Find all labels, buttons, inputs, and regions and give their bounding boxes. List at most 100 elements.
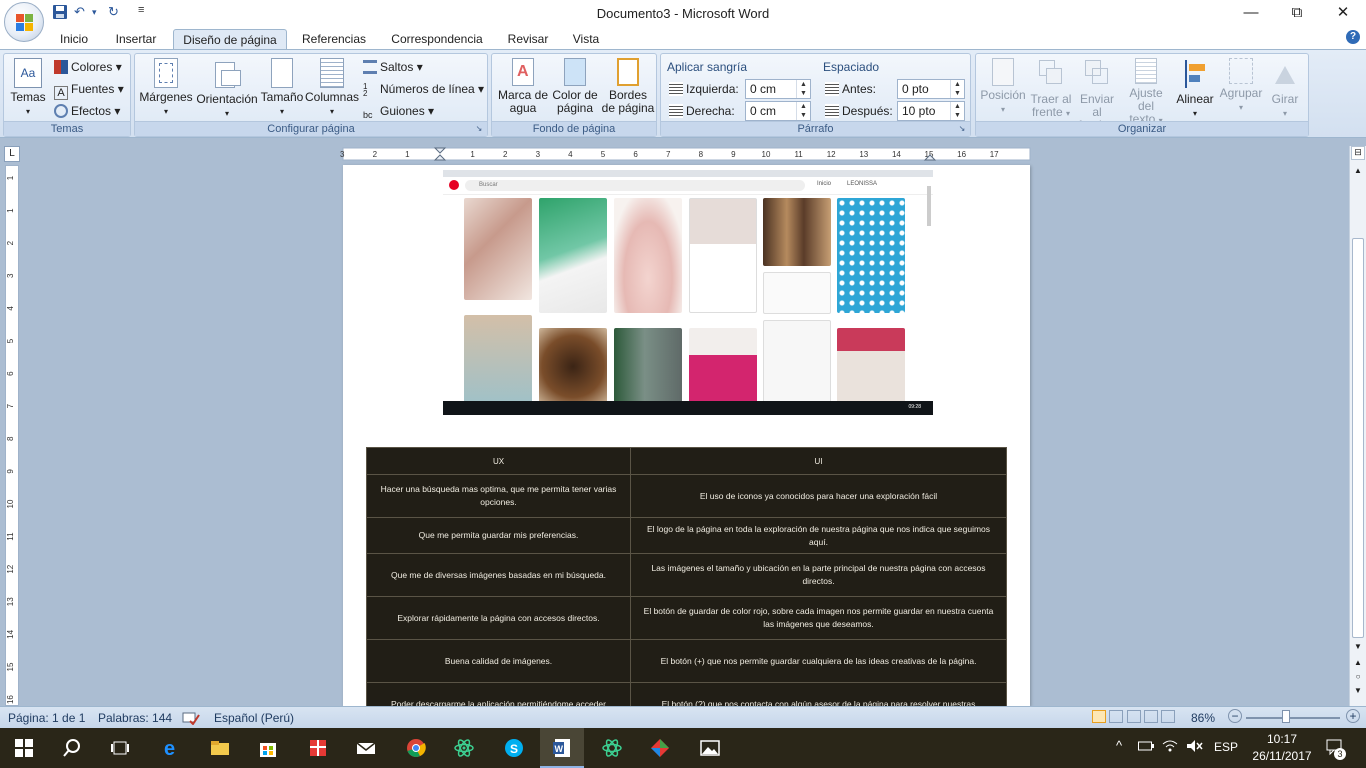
color-pagina-button[interactable]: Color de página <box>550 58 600 115</box>
start-button[interactable] <box>2 728 46 768</box>
customize-qat-icon[interactable]: ≡ <box>138 4 144 22</box>
mail-button[interactable] <box>344 728 388 768</box>
outline-icon[interactable] <box>1144 710 1159 723</box>
zoom-out-button[interactable]: − <box>1228 709 1242 723</box>
tab-inicio[interactable]: Inicio <box>52 29 96 50</box>
configurar-launcher-icon[interactable]: ↘ <box>474 124 484 134</box>
temas-button[interactable]: Aa Temas ▾ <box>8 58 48 118</box>
ux-cell[interactable]: Hacer una búsqueda mas optima, que me pe… <box>366 474 631 518</box>
search-button[interactable] <box>50 728 94 768</box>
ux-cell[interactable]: Buena calidad de imágenes. <box>366 639 631 683</box>
despues-input[interactable]: 10 pto ▲ ▼ <box>897 101 965 121</box>
tab-diseno-pagina[interactable]: Diseño de página <box>173 29 287 50</box>
ux-ui-table[interactable]: UX UI Hacer una búsqueda mas optima, que… <box>366 447 1007 706</box>
previous-page-icon[interactable]: ▲ <box>1351 658 1365 670</box>
tab-referencias[interactable]: Referencias <box>296 29 372 50</box>
skype-button[interactable]: S <box>492 728 536 768</box>
horizontal-ruler[interactable]: 3 2 1 1 2 3 4 5 6 7 8 9 10 11 12 13 14 15 16 17 <box>24 146 1342 162</box>
efectos-button[interactable]: Efectos ▾ <box>54 102 120 120</box>
store-button[interactable] <box>246 728 290 768</box>
language-label[interactable]: Español (Perú) <box>214 711 294 725</box>
battery-icon[interactable] <box>1138 740 1154 755</box>
ui-cell[interactable]: El botón (+) que nos permite guardar cua… <box>630 639 1007 683</box>
traer-frente-button[interactable]: Traer al frente ▾ <box>1028 58 1074 120</box>
gift-app-button[interactable] <box>296 728 340 768</box>
girar-button[interactable]: Girar ▾ <box>1264 58 1306 120</box>
tamano-button[interactable]: Tamaño ▾ <box>259 58 305 118</box>
columnas-button[interactable]: Columnas ▾ <box>305 58 359 118</box>
scroll-up-icon[interactable]: ▲ <box>1351 164 1365 178</box>
show-hidden-icons[interactable]: ^ <box>1116 738 1122 753</box>
web-layout-icon[interactable] <box>1126 710 1141 723</box>
ui-cell[interactable]: Las imágenes el tamaño y ubicación en la… <box>630 553 1007 597</box>
fuentes-button[interactable]: A Fuentes ▾ <box>54 80 124 100</box>
print-layout-icon[interactable] <box>1092 710 1106 723</box>
input-language[interactable]: ESP <box>1214 740 1238 754</box>
draft-icon[interactable] <box>1161 710 1176 723</box>
alinear-button[interactable]: Alinear ▾ <box>1172 58 1218 120</box>
zoom-in-button[interactable]: + <box>1346 709 1360 723</box>
vertical-scrollbar[interactable]: ⊟ ▲ ▼ ▲ ○ ▼ <box>1349 146 1366 706</box>
numeros-linea-button[interactable]: 1 2 Números de línea ▾ <box>363 80 484 98</box>
office-button[interactable] <box>4 2 44 42</box>
tab-revisar[interactable]: Revisar <box>502 29 554 50</box>
help-icon[interactable]: ? <box>1346 30 1360 44</box>
ux-cell[interactable]: Que me de diversas imágenes basadas en m… <box>366 553 631 597</box>
ux-cell[interactable]: Explorar rápidamente la página con acces… <box>366 596 631 640</box>
colores-button[interactable]: Colores ▾ <box>54 58 122 76</box>
save-icon[interactable] <box>52 4 68 22</box>
browse-object-icon[interactable]: ○ <box>1351 672 1365 684</box>
tab-insertar[interactable]: Insertar <box>108 29 164 50</box>
bordes-pagina-button[interactable]: Bordes de página <box>600 58 656 115</box>
ux-cell[interactable]: Que me permita guardar mis preferencias. <box>366 517 631 554</box>
atom-app-button[interactable] <box>442 728 486 768</box>
document-page[interactable]: Buscar Inicio LEONISSA 09:28 UX UI Hacer… <box>343 165 1030 706</box>
task-view-button[interactable] <box>98 728 142 768</box>
margenes-button[interactable]: Márgenes ▾ <box>139 58 193 118</box>
chrome-button[interactable] <box>394 728 438 768</box>
page-count[interactable]: Página: 1 de 1 <box>8 711 85 725</box>
parrafo-launcher-icon[interactable]: ↘ <box>957 124 967 134</box>
zoom-slider-thumb[interactable] <box>1282 710 1290 723</box>
ajuste-texto-button[interactable]: Ajuste deltexto ▾ <box>1120 58 1172 127</box>
scroll-down-icon[interactable]: ▼ <box>1351 640 1365 654</box>
proofing-icon[interactable] <box>182 711 200 728</box>
tab-correspondencia[interactable]: Correspondencia <box>384 29 490 50</box>
file-explorer-button[interactable] <box>198 728 242 768</box>
scroll-thumb[interactable] <box>1352 238 1364 638</box>
system-clock[interactable]: 10:17 26/11/2017 <box>1242 731 1322 765</box>
restore-button[interactable]: ⧉ <box>1274 0 1320 27</box>
agrupar-button[interactable]: Agrupar ▾ <box>1218 58 1264 114</box>
colorful-app-button[interactable] <box>638 728 682 768</box>
zoom-slider[interactable] <box>1246 717 1340 719</box>
tab-selector-button[interactable]: L <box>4 146 20 162</box>
word-taskbar-button[interactable]: W <box>540 728 584 768</box>
volume-muted-icon[interactable] <box>1186 739 1204 756</box>
ui-cell[interactable]: El uso de iconos ya conocidos para hacer… <box>630 474 1007 518</box>
close-button[interactable]: ✕ <box>1320 0 1366 27</box>
undo-dropdown-icon[interactable]: ▾ <box>92 7 97 25</box>
derecha-input[interactable]: 0 cm ▲ ▼ <box>745 101 811 121</box>
ui-cell[interactable]: El logo de la página en toda la explorac… <box>630 517 1007 554</box>
zoom-level[interactable]: 86% <box>1191 711 1215 725</box>
antes-input[interactable]: 0 pto ▲ ▼ <box>897 79 965 99</box>
next-page-icon[interactable]: ▼ <box>1351 686 1365 698</box>
saltos-button[interactable]: Saltos ▾ <box>363 58 423 76</box>
edge-button[interactable]: e <box>150 728 194 768</box>
guiones-button[interactable]: bc Guiones ▾ <box>363 102 434 120</box>
ui-cell[interactable]: El botón de guardar de color rojo, sobre… <box>630 596 1007 640</box>
full-screen-reading-icon[interactable] <box>1109 710 1124 723</box>
atom-app-2-button[interactable] <box>590 728 634 768</box>
embedded-screenshot[interactable]: Buscar Inicio LEONISSA 09:28 <box>443 170 933 415</box>
undo-icon[interactable]: ↶ <box>74 4 85 22</box>
posicion-button[interactable]: Posición ▾ <box>978 58 1028 116</box>
word-count[interactable]: Palabras: 144 <box>98 711 172 725</box>
izquierda-input[interactable]: 0 cm ▲ ▼ <box>745 79 811 99</box>
photos-button[interactable] <box>688 728 732 768</box>
tab-vista[interactable]: Vista <box>566 29 606 50</box>
minimize-button[interactable]: — <box>1228 0 1274 27</box>
network-icon[interactable] <box>1162 739 1178 756</box>
marca-agua-button[interactable]: A Marca de agua <box>496 58 550 115</box>
redo-icon[interactable]: ↻ <box>108 4 119 22</box>
ui-cell[interactable]: El botón (?) que nos contacta con algún … <box>630 682 1007 706</box>
